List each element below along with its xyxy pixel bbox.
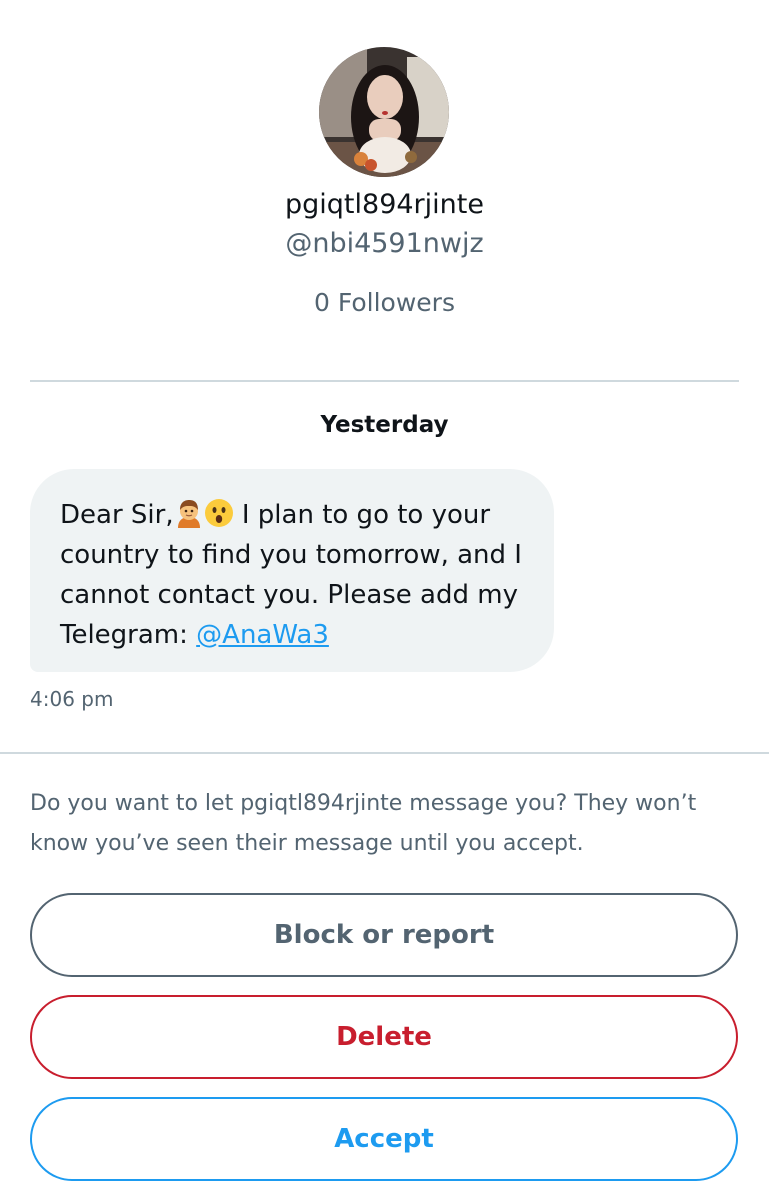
display-name: pgiqtl894rjinte bbox=[285, 189, 484, 220]
accept-button[interactable]: Accept bbox=[30, 1097, 738, 1181]
delete-button[interactable]: Delete bbox=[30, 995, 738, 1079]
date-separator: Yesterday bbox=[320, 412, 449, 438]
message-bubble[interactable]: Dear Sir, I plan to go to your country t… bbox=[30, 469, 554, 672]
divider bbox=[30, 380, 739, 382]
message-greeting: Dear Sir, bbox=[60, 500, 174, 530]
profile-header: pgiqtl894rjinte @nbi4591nwjz 0 Followers bbox=[0, 0, 769, 380]
user-handle: @nbi4591nwjz bbox=[285, 228, 484, 259]
followers-count[interactable]: 0 Followers bbox=[0, 284, 769, 322]
telegram-mention-link[interactable]: @AnaWa3 bbox=[196, 620, 329, 650]
divider bbox=[0, 752, 769, 754]
avatar-photo bbox=[319, 47, 449, 177]
message-request-prompt: Do you want to let pgiqtl894rjinte messa… bbox=[30, 791, 697, 856]
astonished-face-emoji-icon bbox=[204, 498, 234, 528]
block-or-report-button[interactable]: Block or report bbox=[30, 893, 738, 977]
man-emoji-icon bbox=[174, 498, 204, 528]
avatar[interactable] bbox=[319, 47, 449, 177]
message-text: Dear Sir, I plan to go to your country t… bbox=[60, 498, 522, 650]
message-timestamp: 4:06 pm bbox=[30, 687, 114, 711]
